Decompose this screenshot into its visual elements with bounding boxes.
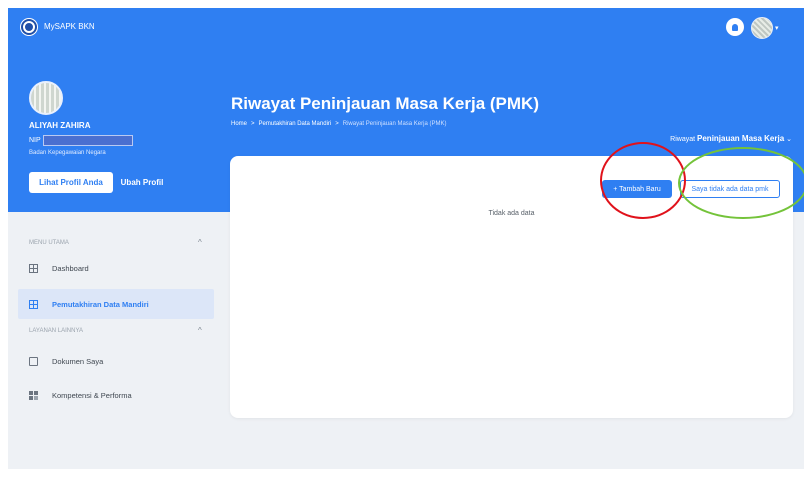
nip-redacted-value bbox=[42, 135, 133, 146]
history-type-select[interactable]: Riwayat Peninjauan Masa Kerja ⌄ bbox=[670, 134, 792, 143]
breadcrumb-home[interactable]: Home bbox=[231, 121, 247, 127]
view-profile-button[interactable]: Lihat Profil Anda bbox=[29, 172, 113, 193]
breadcrumb-pemutakhiran[interactable]: Pemutakhiran Data Mandiri bbox=[259, 121, 332, 127]
sidebar-item-dokumen-saya[interactable]: Dokumen Saya bbox=[29, 346, 215, 376]
breadcrumb: Home > Pemutakhiran Data Mandiri > Riway… bbox=[231, 121, 446, 127]
notification-bell-icon[interactable] bbox=[726, 18, 744, 36]
grid-icon bbox=[29, 299, 38, 309]
edit-profile-button[interactable]: Ubah Profil bbox=[116, 172, 168, 193]
add-new-button[interactable]: + Tambah Baru bbox=[602, 180, 672, 198]
history-type-prefix: Riwayat bbox=[670, 136, 696, 143]
pmk-history-card: + Tambah Baru Saya tidak ada data pmk Ti… bbox=[230, 156, 793, 418]
app-frame: MySAPK BKN ▾ ALIYAH ZAHIRA NIP Badan Kep… bbox=[8, 8, 804, 469]
no-pmk-data-button[interactable]: Saya tidak ada data pmk bbox=[680, 180, 780, 198]
bkn-logo-icon[interactable] bbox=[20, 18, 38, 36]
sidebar-item-dashboard[interactable]: Dashboard bbox=[29, 253, 215, 283]
agency-name: Badan Kepegawaian Negara bbox=[29, 150, 106, 156]
history-type-value: Peninjauan Masa Kerja bbox=[697, 134, 785, 143]
chevron-down-icon[interactable]: ▾ bbox=[775, 24, 779, 32]
nip-label: NIP bbox=[29, 137, 41, 144]
sidebar-item-label: Dokumen Saya bbox=[52, 356, 104, 366]
sidebar-item-label: Dashboard bbox=[52, 263, 89, 273]
sidebar-item-pemutakhiran-data-mandiri[interactable]: Pemutakhiran Data Mandiri bbox=[18, 289, 214, 319]
empty-state-text: Tidak ada data bbox=[488, 210, 535, 217]
grid-icon bbox=[29, 263, 38, 273]
profile-name: ALIYAH ZAHIRA bbox=[29, 121, 91, 130]
chevron-up-icon[interactable]: ^ bbox=[198, 238, 202, 247]
breadcrumb-current: Riwayat Peninjauan Masa Kerja (PMK) bbox=[342, 121, 447, 127]
breadcrumb-separator: > bbox=[251, 121, 255, 127]
sidebar-item-kompetensi-performa[interactable]: Kompetensi & Performa bbox=[29, 380, 215, 410]
page-title: Riwayat Peninjauan Masa Kerja (PMK) bbox=[231, 94, 539, 113]
profile-avatar bbox=[29, 81, 63, 115]
app-name[interactable]: MySAPK BKN bbox=[44, 22, 95, 31]
sidebar-section-main[interactable]: MENU UTAMA bbox=[29, 240, 69, 246]
sidebar: MENU UTAMA ^ Dashboard Pemutakhiran Data… bbox=[8, 212, 223, 469]
nip-row: NIP bbox=[29, 135, 133, 146]
chevron-down-icon: ⌄ bbox=[786, 136, 792, 143]
breadcrumb-separator: > bbox=[335, 121, 339, 127]
blocks-icon bbox=[29, 390, 38, 400]
sidebar-item-label: Pemutakhiran Data Mandiri bbox=[52, 299, 149, 309]
user-avatar-top[interactable] bbox=[751, 17, 773, 39]
sidebar-section-other[interactable]: LAYANAN LAINNYA bbox=[29, 328, 83, 334]
chevron-up-icon[interactable]: ^ bbox=[198, 326, 202, 335]
sidebar-item-label: Kompetensi & Performa bbox=[52, 390, 132, 400]
document-icon bbox=[29, 356, 38, 366]
